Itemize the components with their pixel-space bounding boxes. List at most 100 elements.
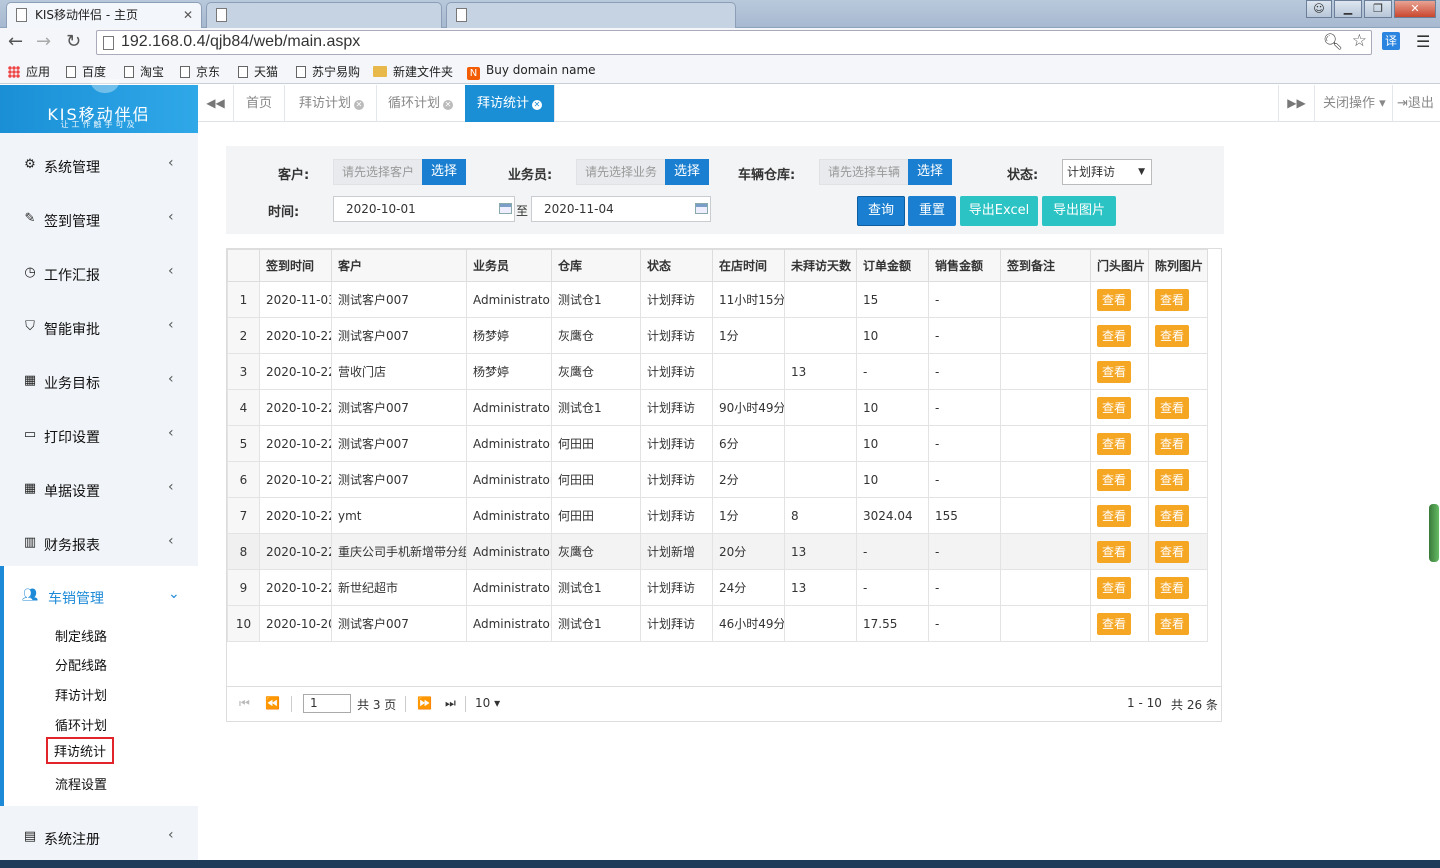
column-header[interactable]: 陈列图片 [1148,249,1208,282]
table-row[interactable]: 6 2020-10-22 测试客户007 Administrator 何田田 计划拜访 2分… [227,461,1208,498]
sidebar-item-label[interactable]: 车销管理 [48,588,104,608]
view-door-image-button[interactable]: 查看 [1097,360,1131,383]
table-row[interactable]: 9 2020-10-22 新世纪超市 Administrator 测试仓1 计划拜访 24分… [227,569,1208,606]
view-door-image-button[interactable]: 查看 [1097,396,1131,419]
window-close-icon[interactable]: ✕ [1394,0,1436,18]
column-header[interactable]: 签到备注 [1000,249,1091,282]
tab-visit-plan[interactable]: 拜访计划 ✕ [287,85,378,122]
submenu-route-define[interactable]: 制定线路 [51,624,111,647]
back-icon[interactable]: ← [8,32,23,52]
view-door-image-button[interactable]: 查看 [1097,504,1131,527]
bookmark-taobao[interactable]: 淘宝 [124,63,164,80]
bookmark-new-folder[interactable]: 新建文件夹 [373,63,453,80]
export-excel-button[interactable]: 导出Excel [960,196,1038,226]
minimize-icon[interactable]: ▁ [1334,0,1362,18]
sidebar-item-finance[interactable]: ▥ 财务报表 ‹ [0,517,198,571]
tabs-scroll-left-icon[interactable]: ◀◀ [198,85,234,122]
customer-input[interactable]: 请先选择客户 [333,159,423,185]
sidebar-item-work-report[interactable]: ◷ 工作汇报 ‹ [0,247,198,301]
star-icon[interactable]: ☆ [1352,31,1367,51]
sidebar-item-registration[interactable]: ▤ 系统注册 ‹ [0,811,198,865]
submenu-visit-stats[interactable]: 拜访统计 [46,737,115,764]
view-door-image-button[interactable]: 查看 [1097,468,1131,491]
view-door-image-button[interactable]: 查看 [1097,288,1131,311]
status-select[interactable]: 计划拜访 ▼ [1062,159,1152,185]
column-header[interactable]: 门头图片 [1090,249,1149,282]
browser-tab-active[interactable]: KIS移动伴侣 - 主页 ✕ [6,2,202,28]
view-display-image-button[interactable]: 查看 [1155,504,1189,527]
warehouse-choose-button[interactable]: 选择 [908,159,952,185]
browser-tab-background[interactable] [206,2,442,28]
bookmark-buy-domain[interactable]: N Buy domain name [467,63,596,80]
forward-icon[interactable]: → [36,32,51,52]
table-row[interactable]: 4 2020-10-22 测试客户007 Administrator 测试仓1 计划拜访 9… [227,389,1208,426]
table-row[interactable]: 7 2020-10-22 ymt Administrator 何田田 计划拜访 1分 8 302… [227,497,1208,534]
view-display-image-button[interactable]: 查看 [1155,432,1189,455]
next-page-icon[interactable]: ⏩ [417,696,432,710]
bookmark-tmall[interactable]: 天猫 [238,63,278,80]
chevron-down-icon[interactable]: ⌄ [168,586,180,602]
bookmark-suning[interactable]: 苏宁易购 [296,63,360,80]
column-header[interactable]: 订单金额 [856,249,929,282]
column-header[interactable]: 客户 [331,249,467,282]
salesman-input[interactable]: 请先选择业务 [576,159,666,185]
submenu-route-assign[interactable]: 分配线路 [51,653,111,676]
last-page-icon[interactable]: ⏭ [445,696,456,711]
close-operations-dropdown[interactable]: 关闭操作 ▾ [1314,85,1392,122]
column-header[interactable]: 状态 [640,249,713,282]
submenu-visit-plan[interactable]: 拜访计划 [51,683,111,706]
table-row[interactable]: 8 2020-10-22 重庆公司手机新增带分组 Administrator 灰鹰仓 计划… [227,533,1208,570]
prev-page-icon[interactable]: ⏪ [265,696,280,710]
column-header[interactable]: 销售金额 [928,249,1001,282]
view-door-image-button[interactable]: 查看 [1097,324,1131,347]
close-icon[interactable]: ✕ [183,3,193,27]
date-to-input[interactable]: 2020-11-04 [531,196,711,222]
user-icon[interactable]: ☺ [1306,0,1332,18]
maximize-icon[interactable]: ❐ [1364,0,1392,18]
view-display-image-button[interactable]: 查看 [1155,396,1189,419]
date-from-input[interactable]: 2020-10-01 [333,196,515,222]
column-header[interactable]: 在店时间 [712,249,785,282]
address-bar[interactable]: 192.168.0.4/qjb84/web/main.aspx 🔍︎ ☆ [96,30,1372,55]
translate-icon[interactable]: 译 [1382,32,1400,50]
view-display-image-button[interactable]: 查看 [1155,288,1189,311]
customer-choose-button[interactable]: 选择 [422,159,466,185]
bookmark-baidu[interactable]: 百度 [66,63,106,80]
column-header[interactable]: 业务员 [466,249,552,282]
warehouse-input[interactable]: 请先选择车辆 [819,159,909,185]
sidebar-item-checkin[interactable]: ✎ 签到管理 ‹ [0,193,198,247]
view-display-image-button[interactable]: 查看 [1155,576,1189,599]
tab-home[interactable]: 首页 [234,85,286,122]
bookmark-jd[interactable]: 京东 [180,63,220,80]
view-door-image-button[interactable]: 查看 [1097,540,1131,563]
sidebar-item-print[interactable]: ▭ 打印设置 ‹ [0,409,198,463]
table-row[interactable]: 3 2020-10-22 营收门店 杨梦婷 灰鹰仓 计划拜访 13- - 查看 [227,353,1208,390]
tabs-scroll-right-icon[interactable]: ▶▶ [1278,85,1314,122]
scrollbar-thumb[interactable] [1429,504,1439,562]
view-display-image-button[interactable]: 查看 [1155,540,1189,563]
view-display-image-button[interactable]: 查看 [1155,468,1189,491]
browser-tab-background[interactable] [446,2,736,28]
reload-icon[interactable]: ↻ [66,32,81,52]
first-page-icon[interactable]: ⏮ [239,696,250,711]
page-number-input[interactable]: 1 [303,694,351,713]
sidebar-item-business-goal[interactable]: ▦ 业务目标 ‹ [0,355,198,409]
table-row[interactable]: 2 2020-10-22 测试客户007 杨梦婷 灰鹰仓 计划拜访 1分 10- 查看 查看 [227,317,1208,354]
view-door-image-button[interactable]: 查看 [1097,432,1131,455]
submenu-process-settings[interactable]: 流程设置 [51,772,111,795]
view-door-image-button[interactable]: 查看 [1097,612,1131,635]
submenu-cycle-plan[interactable]: 循环计划 [51,713,111,736]
calendar-icon[interactable] [695,203,708,214]
tab-visit-stats[interactable]: 拜访统计 ✕ [465,85,556,122]
table-row[interactable]: 1 2020-11-03 测试客户007 Administrator 测试仓1 计划拜访 1… [227,281,1208,318]
column-header[interactable]: 仓库 [551,249,641,282]
column-header[interactable]: 未拜访天数 [784,249,857,282]
tab-cycle-plan[interactable]: 循环计划 ✕ [376,85,467,122]
bookmark-apps[interactable]: 应用 [8,63,50,80]
close-icon[interactable]: ✕ [354,100,365,110]
view-display-image-button[interactable]: 查看 [1155,324,1189,347]
calendar-icon[interactable] [499,203,512,214]
menu-icon[interactable]: ☰ [1416,32,1430,51]
query-button[interactable]: 查询 [857,196,905,226]
table-row[interactable]: 10 2020-10-20 测试客户007 Administrator 测试仓1 计划拜访… [227,605,1208,642]
